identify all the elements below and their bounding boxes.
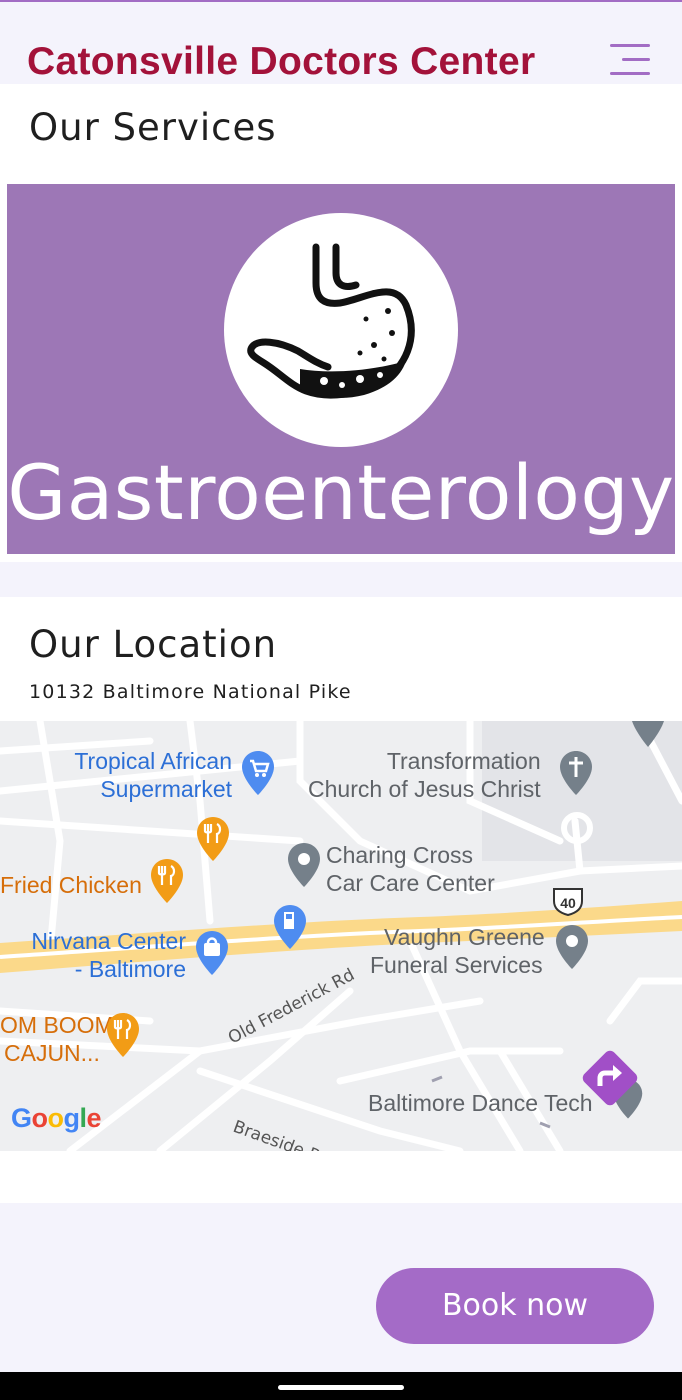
- home-indicator[interactable]: [278, 1385, 404, 1390]
- place-icon[interactable]: [630, 721, 666, 749]
- poi-tropical-african-supermarket[interactable]: Tropical African Supermarket: [64, 747, 232, 803]
- church-icon[interactable]: [558, 749, 594, 797]
- poi-vaughn-greene-funeral[interactable]: Vaughn Greene Funeral Services: [370, 923, 545, 979]
- restaurant-icon[interactable]: [195, 815, 231, 863]
- book-now-button[interactable]: Book now: [376, 1268, 654, 1344]
- poi-baltimore-dance-tech[interactable]: Baltimore Dance Tech: [368, 1089, 593, 1117]
- page-title: Catonsville Doctors Center: [27, 40, 536, 83]
- banner-icon-circle: [224, 213, 458, 447]
- directions-icon[interactable]: [580, 1048, 640, 1108]
- gas-station-icon[interactable]: [272, 903, 308, 951]
- restaurant-icon[interactable]: [105, 1011, 141, 1059]
- stomach-icon: [247, 243, 415, 399]
- restaurant-icon[interactable]: [149, 857, 185, 905]
- place-icon[interactable]: [286, 841, 322, 889]
- location-section: Our Location 10132 Baltimore National Pi…: [0, 597, 682, 1203]
- shopping-cart-icon[interactable]: [240, 749, 276, 797]
- svg-text:40: 40: [560, 895, 576, 911]
- services-heading: Our Services: [29, 106, 277, 149]
- shopping-bag-icon[interactable]: [194, 929, 230, 977]
- poi-nirvana-center[interactable]: Nirvana Center - Baltimore: [28, 927, 186, 983]
- hamburger-menu-icon[interactable]: [606, 42, 652, 82]
- poi-boom-boom-cajun[interactable]: OM BOOM CAJUN...: [0, 1011, 114, 1067]
- location-heading: Our Location: [29, 623, 278, 666]
- services-section: Our Services Gastroenterology: [0, 84, 682, 562]
- place-icon[interactable]: [554, 923, 590, 971]
- poi-transformation-church[interactable]: Transformation Church of Jesus Christ: [308, 747, 541, 803]
- address-text: 10132 Baltimore National Pike: [29, 681, 352, 703]
- gastroenterology-banner[interactable]: Gastroenterology: [7, 184, 675, 554]
- banner-label: Gastroenterology: [7, 448, 675, 537]
- poi-charing-cross-car-care[interactable]: Charing Cross Car Care Center: [326, 841, 495, 897]
- google-logo: Google: [11, 1103, 102, 1133]
- app-header: Catonsville Doctors Center: [0, 2, 682, 84]
- poi-fried-chicken[interactable]: Fried Chicken: [0, 871, 142, 899]
- map-view[interactable]: 40 Old Frederick Rd Braeside Rd Tropical…: [0, 721, 682, 1151]
